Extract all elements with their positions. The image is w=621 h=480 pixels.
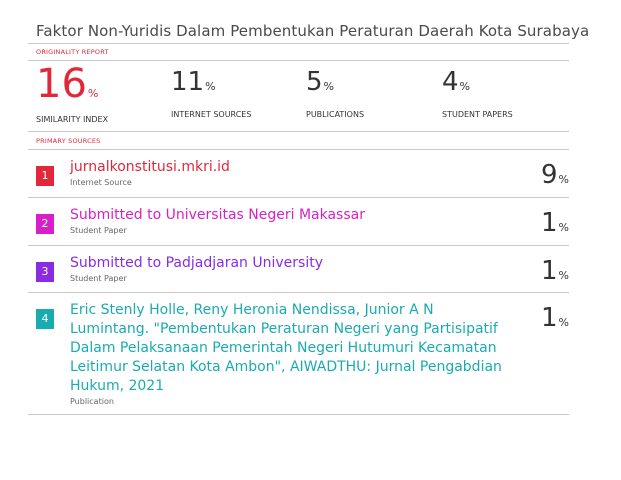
stat-label: STUDENT PAPERS bbox=[442, 110, 513, 119]
source-percent: 1% bbox=[541, 256, 569, 286]
rank-badge: 2 bbox=[36, 214, 54, 234]
percent-value: 1 bbox=[541, 256, 558, 286]
source-name[interactable]: Submitted to Padjadjaran University bbox=[70, 254, 510, 273]
stat-unit: % bbox=[459, 80, 470, 93]
divider bbox=[28, 414, 569, 415]
stat-internet-sources: 11% INTERNET SOURCES bbox=[171, 62, 251, 119]
source-percent: 1% bbox=[541, 208, 569, 238]
rank-badge: 4 bbox=[36, 309, 54, 329]
percent-unit: % bbox=[558, 269, 569, 282]
divider bbox=[28, 197, 569, 198]
stat-similarity-index: 16% SIMILARITY INDEX bbox=[36, 62, 108, 124]
originality-report-label: ORIGINALITY REPORT bbox=[36, 48, 109, 56]
stat-value: 4 bbox=[442, 67, 459, 97]
stat-unit: % bbox=[87, 87, 99, 100]
percent-value: 1 bbox=[541, 303, 558, 333]
percent-unit: % bbox=[558, 221, 569, 234]
stat-label: SIMILARITY INDEX bbox=[36, 115, 109, 124]
divider bbox=[28, 131, 569, 132]
divider bbox=[28, 292, 569, 293]
source-name[interactable]: Submitted to Universitas Negeri Makassar bbox=[70, 206, 510, 225]
percent-value: 1 bbox=[541, 208, 558, 238]
stat-unit: % bbox=[205, 80, 216, 93]
stat-value: 16 bbox=[36, 61, 87, 107]
percent-unit: % bbox=[558, 316, 569, 329]
divider bbox=[28, 43, 569, 44]
source-name[interactable]: jurnalkonstitusi.mkri.id bbox=[70, 158, 510, 177]
rank-badge: 1 bbox=[36, 166, 54, 186]
source-name[interactable]: Eric Stenly Holle, Reny Heronia Nendissa… bbox=[70, 301, 510, 396]
divider bbox=[28, 60, 569, 61]
stat-label: PUBLICATIONS bbox=[306, 110, 365, 119]
source-percent: 1% bbox=[541, 303, 569, 333]
source-type: Internet Source bbox=[70, 178, 132, 187]
divider bbox=[28, 245, 569, 246]
source-type: Student Paper bbox=[70, 274, 127, 283]
source-percent: 9% bbox=[541, 160, 569, 190]
percent-value: 9 bbox=[541, 160, 558, 190]
stat-label: INTERNET SOURCES bbox=[171, 110, 252, 119]
stat-publications: 5% PUBLICATIONS bbox=[306, 62, 364, 119]
stat-unit: % bbox=[323, 80, 334, 93]
rank-badge: 3 bbox=[36, 262, 54, 282]
divider bbox=[28, 149, 569, 150]
source-type: Student Paper bbox=[70, 226, 127, 235]
stat-student-papers: 4% STUDENT PAPERS bbox=[442, 62, 513, 119]
originality-report: Faktor Non-Yuridis Dalam Pembentukan Per… bbox=[0, 0, 621, 480]
primary-sources-label: PRIMARY SOURCES bbox=[36, 137, 101, 145]
document-title: Faktor Non-Yuridis Dalam Pembentukan Per… bbox=[36, 22, 590, 40]
stat-value: 11 bbox=[171, 67, 205, 97]
percent-unit: % bbox=[558, 173, 569, 186]
source-type: Publication bbox=[70, 397, 114, 406]
stat-value: 5 bbox=[306, 67, 323, 97]
